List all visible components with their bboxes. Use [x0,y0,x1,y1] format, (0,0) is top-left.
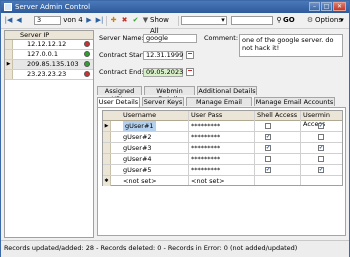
server-status-icon [84,51,90,57]
contract-start-label: Contract Start: [99,51,148,59]
close-button[interactable]: ✕ [333,2,346,11]
window-title: Server Admin Control [15,3,91,11]
app-window: Server Admin Control – □ ✕ |◀ ◀ 3 von 4 … [0,0,350,257]
toolbar: |◀ ◀ 3 von 4 ▶ ▶| ✚ ✖ ✔ ▼ Show All ▾ ⚲ G… [1,14,349,35]
tab-server-keys[interactable]: Server Keys [142,97,184,106]
record-number-input[interactable]: 3 [34,16,61,25]
userpass-cell[interactable]: ********* [191,132,220,142]
current-row-marker-icon: ▶ [103,121,111,131]
minimize-button[interactable]: – [309,2,320,11]
options-icon: ⚙ [306,16,314,24]
user-row[interactable]: gUser#2 ********* ✔ [103,132,342,143]
shell-access-checkbox[interactable]: ✔ [265,134,271,140]
next-record-icon[interactable]: ▶ [85,15,93,26]
shell-access-column-header[interactable]: Shell Access [257,111,297,120]
server-ip: 209.85.135.103 [27,60,79,68]
usermin-access-checkbox[interactable]: ✔ [318,145,324,151]
tab-user-details[interactable]: User Details [97,97,140,107]
server-row-selected[interactable]: ▶ 209.85.135.103 [5,60,93,70]
tab-assigned-urls[interactable]: Assigned URLs [97,86,142,103]
userpass-cell[interactable]: ********* [191,165,220,175]
go-button[interactable]: GO [283,15,295,26]
contract-end-calendar-icon[interactable] [186,68,194,76]
usermin-access-checkbox[interactable]: ✔ [318,167,324,173]
server-status-icon [84,41,90,47]
app-icon [4,3,12,11]
username-cell[interactable]: <not set> [123,176,157,186]
tab-manage-email-server[interactable]: Manage Email Server [186,97,252,114]
user-row[interactable]: gUser#4 ********* [103,154,342,165]
status-text: Records updated/added: 28 - Records dele… [4,244,298,252]
show-all-button[interactable]: Show All [150,15,176,35]
record-count-label: von 4 [63,16,83,24]
username-cell[interactable]: gUser#4 [123,154,152,164]
contract-start-field[interactable]: 12.31.1999 [143,51,183,60]
userpass-cell[interactable]: <not set> [191,176,225,186]
server-row[interactable]: 12.12.12.12 [5,40,93,50]
search-icon: ⚲ [276,16,282,24]
server-status-icon [84,71,90,77]
userpass-cell[interactable]: ********* [191,154,220,164]
server-ip-column-header[interactable]: Server IP [5,31,93,40]
server-row[interactable]: 127.0.0.1 [5,50,93,60]
tab-webmin-details[interactable]: Webmin Details [144,86,195,103]
shell-access-checkbox[interactable] [265,123,271,129]
username-cell[interactable]: gUser#3 [123,143,152,153]
shell-access-checkbox[interactable]: ✔ [265,167,271,173]
server-status-icon [84,61,90,67]
status-bar: Records updated/added: 28 - Records dele… [1,240,349,257]
server-ip: 127.0.0.1 [27,50,59,58]
filter-icon[interactable]: ▼ [142,15,149,26]
prev-record-icon[interactable]: ◀ [15,15,23,26]
comment-field[interactable]: one of the google server. do not hack it… [239,34,343,57]
shell-access-checkbox[interactable] [265,156,271,162]
add-record-icon[interactable]: ✚ [109,15,118,26]
comment-label: Comment: [204,34,239,42]
tab-additional-details[interactable]: Additional Details [197,86,257,95]
current-row-marker-icon: ▶ [5,60,13,69]
chevron-down-icon[interactable]: ▾ [219,15,227,26]
tab-manage-email-accounts[interactable]: Manage Email Accounts [254,97,335,106]
contract-start-calendar-icon[interactable] [186,51,194,59]
user-row-new[interactable]: ✱ <not set> <not set> [103,176,342,187]
server-name-field[interactable]: google [143,34,197,43]
server-name-label: Server Name: [99,34,144,42]
user-row-current[interactable]: ▶ gUser#1 ********* ✔ [103,121,342,132]
first-record-icon[interactable]: |◀ [4,15,13,26]
users-grid-header: Username User Pass Shell Access Usermin … [103,111,342,128]
user-row[interactable]: gUser#3 ********* ✔ ✔ [103,143,342,154]
users-grid[interactable]: Username User Pass Shell Access Usermin … [102,110,343,186]
server-list-grid[interactable]: Server IP 12.12.12.12 127.0.0.1 ▶ 209.85… [4,30,94,238]
username-cell[interactable]: gUser#5 [123,165,152,175]
options-button[interactable]: Options [315,15,342,26]
userpass-cell[interactable]: ********* [191,121,220,131]
username-cell[interactable]: gUser#2 [123,132,152,142]
username-column-header[interactable]: Username [123,111,156,120]
last-record-icon[interactable]: ▶| [95,15,104,26]
save-record-icon[interactable]: ✔ [131,15,140,26]
server-ip: 23.23.23.23 [27,70,67,78]
options-chevron-icon[interactable]: ▾ [339,15,345,26]
server-ip: 12.12.12.12 [27,40,67,48]
search-input[interactable] [231,16,273,25]
user-row[interactable]: gUser#5 ********* ✔ ✔ [103,165,342,176]
userpass-column-header[interactable]: User Pass [191,111,222,120]
userpass-cell[interactable]: ********* [191,143,220,153]
title-bar: Server Admin Control – □ ✕ [1,1,349,13]
delete-record-icon[interactable]: ✖ [120,15,129,26]
usermin-access-checkbox[interactable] [318,156,324,162]
contract-end-label: Contract End: [99,68,144,76]
new-row-marker-icon: ✱ [103,176,111,186]
shell-access-checkbox[interactable]: ✔ [265,145,271,151]
server-row[interactable]: 23.23.23.23 [5,70,93,80]
usermin-access-checkbox[interactable] [318,134,324,140]
username-cell[interactable]: gUser#1 [123,121,156,131]
contract-end-field[interactable]: 09.05.2023 [143,68,183,77]
maximize-button[interactable]: □ [321,2,332,11]
usermin-access-checkbox[interactable]: ✔ [318,123,324,129]
